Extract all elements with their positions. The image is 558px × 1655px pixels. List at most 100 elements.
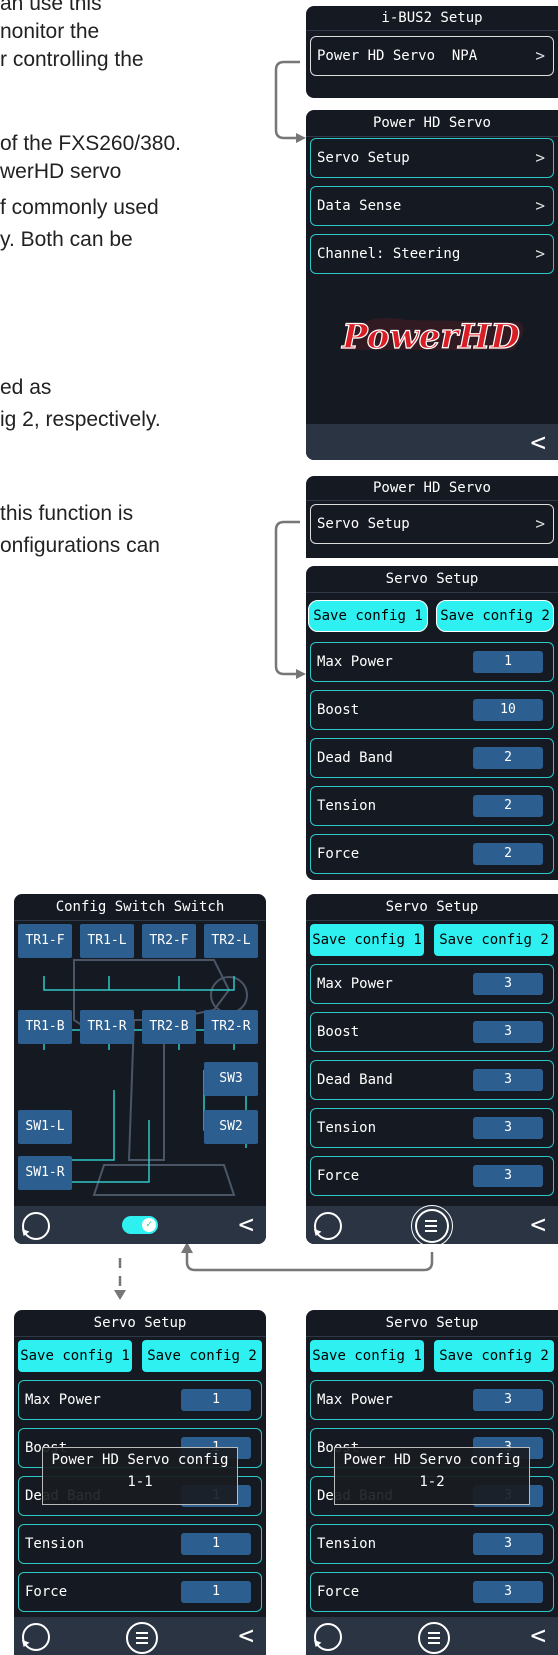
bottom-bar: < [306, 424, 558, 460]
value-field[interactable]: 1 [181, 1389, 251, 1411]
chevron-right-icon: > [535, 514, 545, 533]
switch-tr1-l-button[interactable]: TR1-L [80, 924, 134, 958]
save-config-1-button[interactable]: Save config 1 [310, 1340, 424, 1372]
back-arrow-icon[interactable]: < [238, 1212, 254, 1238]
screen-title: Servo Setup [306, 566, 558, 593]
value-field[interactable]: 1 [181, 1533, 251, 1555]
value-field[interactable]: 1 [473, 651, 543, 673]
back-arrow-icon[interactable]: < [530, 430, 546, 456]
value-field[interactable]: 2 [473, 747, 543, 769]
switch-sw1-r-button[interactable]: SW1-R [18, 1156, 72, 1190]
row-label: Tension [317, 1120, 377, 1136]
switch-tr1-f-button[interactable]: TR1-F [18, 924, 72, 958]
popup-title: Power HD Servo config [343, 1452, 521, 1468]
save-config-2-button[interactable]: Save config 2 [434, 924, 554, 956]
value-field[interactable]: 2 [473, 843, 543, 865]
save-config-2-button[interactable]: Save config 2 [436, 600, 554, 632]
switch-sw3-button[interactable]: SW3 [204, 1062, 258, 1096]
value-field[interactable]: 3 [473, 1533, 543, 1555]
value-field[interactable]: 3 [473, 1021, 543, 1043]
screen-title: Config Switch Switch [14, 894, 266, 921]
back-arrow-icon[interactable]: < [530, 1212, 546, 1238]
menu-icon[interactable] [126, 1622, 158, 1654]
param-row: Dead Band 3 [310, 1060, 554, 1100]
value-field[interactable]: 3 [473, 1117, 543, 1139]
popup-config-id: 1-2 [419, 1474, 445, 1490]
save-config-2-button[interactable]: Save config 2 [142, 1340, 262, 1372]
switch-tr1-b-button[interactable]: TR1-B [18, 1010, 72, 1044]
param-row: Tension 2 [310, 786, 554, 826]
value-field[interactable]: 3 [473, 1165, 543, 1187]
popup-config-id: 1-1 [127, 1474, 153, 1490]
switch-tr2-l-button[interactable]: TR2-L [204, 924, 258, 958]
row-label: Tension [317, 1536, 377, 1552]
row-label: Max Power [317, 976, 393, 992]
value-field[interactable]: 3 [473, 1389, 543, 1411]
row-label: Max Power [317, 654, 393, 670]
row-label: Data Sense [317, 198, 402, 214]
screen-title: Servo Setup [14, 1310, 266, 1337]
rotate-icon[interactable] [22, 1623, 50, 1651]
switch-tr2-f-button[interactable]: TR2-F [142, 924, 196, 958]
value-field[interactable]: 3 [473, 973, 543, 995]
save-config-2-button[interactable]: Save config 2 [434, 1340, 554, 1372]
rotate-icon[interactable] [314, 1623, 342, 1651]
chevron-right-icon: > [535, 148, 545, 167]
servo-setup-row[interactable]: Servo Setup > [310, 504, 554, 544]
switch-tr2-b-button[interactable]: TR2-B [142, 1010, 196, 1044]
menu-icon[interactable] [411, 1205, 453, 1244]
bottom-bar: < [14, 1617, 266, 1655]
switch-sw1-l-button[interactable]: SW1-L [18, 1110, 72, 1144]
screen-title: i-BUS2 Setup [306, 6, 558, 31]
param-row: Max Power 1 [18, 1380, 262, 1420]
param-row: Max Power 1 [310, 642, 554, 682]
chevron-right-icon: > [535, 196, 545, 215]
rotate-icon[interactable] [22, 1212, 50, 1240]
screen-title: Power HD Servo [306, 476, 558, 501]
value-field[interactable]: 3 [473, 1069, 543, 1091]
row-label: Tension [317, 798, 377, 814]
save-config-1-button[interactable]: Save config 1 [310, 924, 424, 956]
servo-setup-row[interactable]: Servo Setup > [310, 138, 554, 178]
value-field[interactable]: 10 [473, 699, 543, 721]
row-label: Force [317, 1168, 360, 1184]
save-config-1-button[interactable]: Save config 1 [18, 1340, 132, 1372]
switch-tr2-r-button[interactable]: TR2-R [204, 1010, 258, 1044]
power-hd-servo-row[interactable]: Power HD Servo NPA > [310, 36, 554, 76]
data-sense-row[interactable]: Data Sense > [310, 186, 554, 226]
rotate-icon[interactable] [314, 1212, 342, 1240]
screen-title: Power HD Servo [306, 110, 558, 137]
row-label: Dead Band [317, 750, 393, 766]
bottom-bar: < [306, 1617, 558, 1655]
param-row: Tension 3 [310, 1108, 554, 1148]
screen-title: Servo Setup [306, 894, 558, 921]
power-hd-servo-screen-partial: Power HD Servo Servo Setup > [306, 476, 558, 558]
value-field[interactable]: 1 [181, 1581, 251, 1603]
switch-sw2-button[interactable]: SW2 [204, 1110, 258, 1144]
back-arrow-icon[interactable]: < [238, 1623, 254, 1649]
servo-setup-screen-a: Servo Setup Save config 1 Save config 2 … [306, 566, 558, 880]
row-label: Force [317, 846, 360, 862]
param-row: Boost 3 [310, 1012, 554, 1052]
channel-steering-row[interactable]: Channel: Steering > [310, 234, 554, 274]
chevron-right-icon: > [535, 46, 545, 65]
param-row: Tension 3 [310, 1524, 554, 1564]
param-row: Dead Band 2 [310, 738, 554, 778]
save-config-1-button[interactable]: Save config 1 [308, 600, 428, 632]
menu-icon[interactable] [418, 1622, 450, 1654]
switch-tr1-r-button[interactable]: TR1-R [80, 1010, 134, 1044]
row-label: Servo Setup [317, 516, 410, 532]
value-field[interactable]: 2 [473, 795, 543, 817]
bottom-bar: < [306, 1205, 558, 1244]
servo-setup-screen-d: Servo Setup Save config 1 Save config 2 … [306, 1310, 558, 1655]
value-field[interactable]: 3 [473, 1581, 543, 1603]
servo-setup-screen-b: Servo Setup Save config 1 Save config 2 … [306, 894, 558, 1244]
config-popup: Power HD Servo config 1-2 [334, 1447, 530, 1505]
toggle-switch-icon[interactable]: ✓ [122, 1216, 158, 1234]
row-label: Max Power [25, 1392, 101, 1408]
back-arrow-icon[interactable]: < [530, 1623, 546, 1649]
param-row: Tension 1 [18, 1524, 262, 1564]
screen-title: Servo Setup [306, 1310, 558, 1337]
param-row: Boost 10 [310, 690, 554, 730]
row-label: Force [25, 1584, 68, 1600]
